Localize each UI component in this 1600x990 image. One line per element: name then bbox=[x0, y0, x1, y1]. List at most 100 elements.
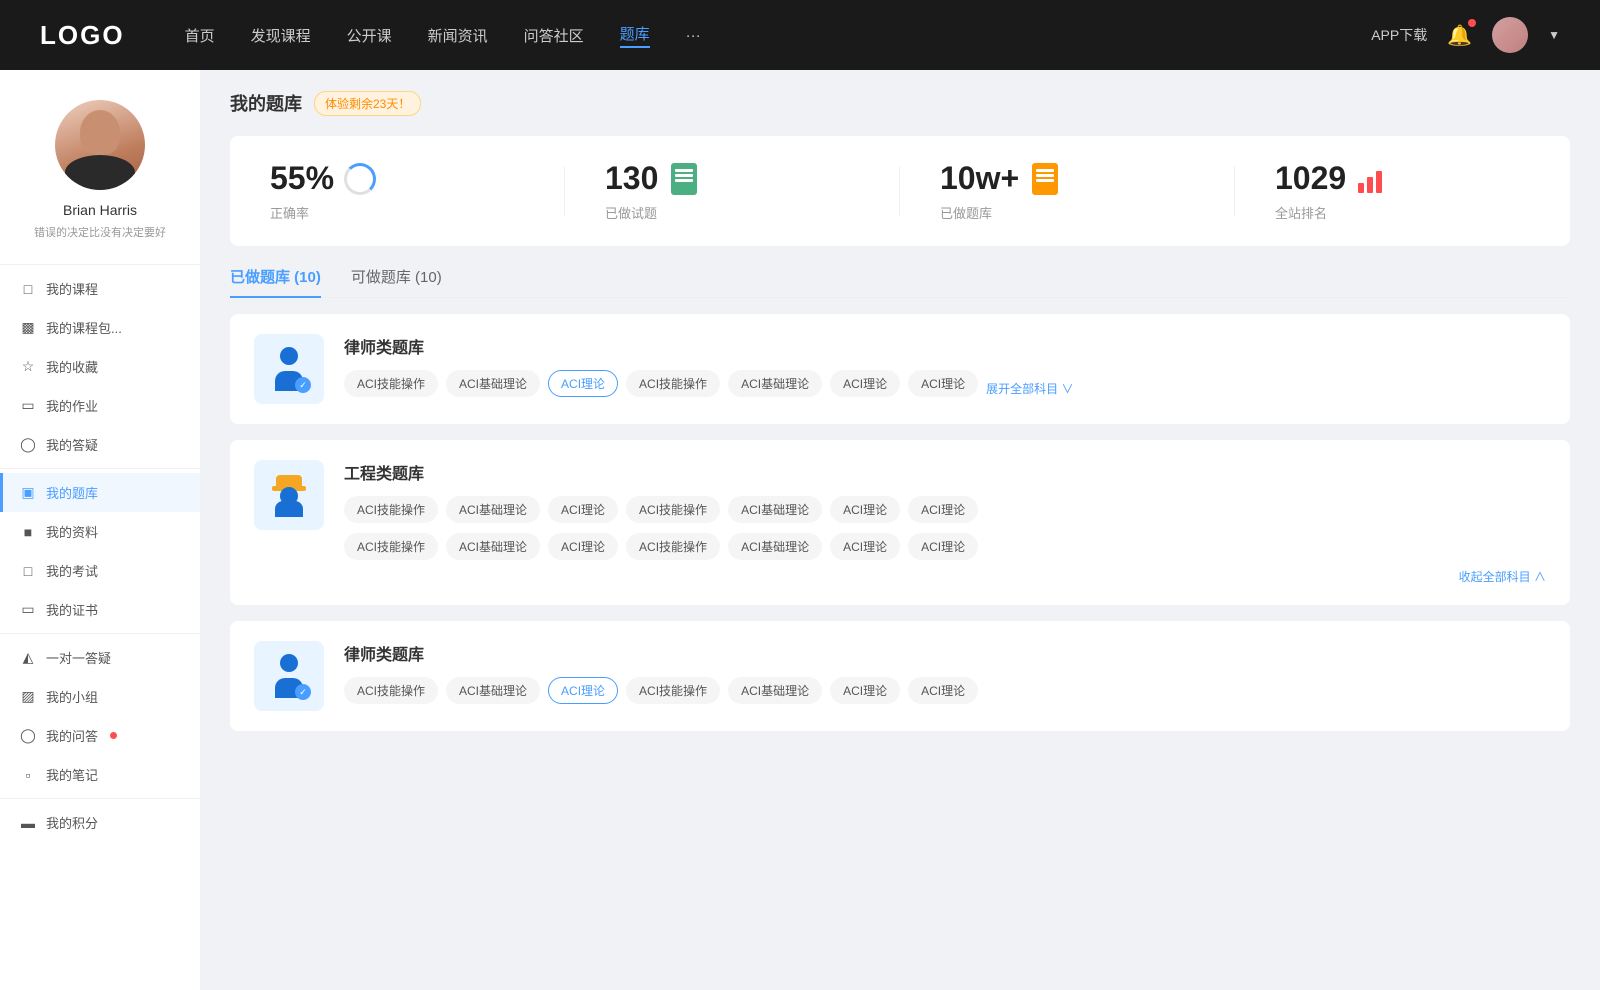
logo[interactable]: LOGO bbox=[40, 20, 125, 51]
qbank-card-lawyer-1: ✓ 律师类题库 ACI技能操作 ACI基础理论 ACI理论 ACI技能操作 AC… bbox=[230, 314, 1570, 424]
qbank-tag[interactable]: ACI理论 bbox=[908, 533, 978, 560]
stat-done-banks: 10w+ 已做题库 bbox=[900, 160, 1235, 222]
qbank-tag[interactable]: ACI理论 bbox=[830, 677, 900, 704]
main-content: 我的题库 体验剩余23天！ 55% 正确率 130 bbox=[200, 70, 1600, 990]
qbank-tag[interactable]: ACI基础理论 bbox=[446, 370, 540, 397]
sidebar-nav: □ 我的课程 ▩ 我的课程包... ☆ 我的收藏 ▭ 我的作业 ◯ 我的答疑 ▣ bbox=[0, 260, 200, 842]
qbank-tag[interactable]: ACI理论 bbox=[830, 496, 900, 523]
green-doc-icon bbox=[671, 163, 697, 195]
qbank-tag[interactable]: ACI技能操作 bbox=[626, 496, 720, 523]
done-questions-icon bbox=[668, 163, 700, 195]
qbank-tag[interactable]: ACI基础理论 bbox=[728, 533, 822, 560]
bell-button[interactable]: 🔔 bbox=[1447, 23, 1472, 48]
stat-done-questions: 130 已做试题 bbox=[565, 160, 900, 222]
stat-top: 55% bbox=[270, 160, 376, 197]
qbank-card-header: ✓ 律师类题库 ACI技能操作 ACI基础理论 ACI理论 ACI技能操作 AC… bbox=[254, 641, 1546, 711]
favorites-icon: ☆ bbox=[20, 358, 36, 375]
qbank-tag[interactable]: ACI基础理论 bbox=[728, 496, 822, 523]
profile-chevron[interactable]: ▼ bbox=[1548, 28, 1560, 42]
sidebar-item-profile[interactable]: ■ 我的资料 bbox=[0, 512, 200, 551]
nav-news[interactable]: 新闻资讯 bbox=[428, 25, 488, 46]
bar-chart-icon bbox=[1358, 165, 1386, 193]
sidebar-item-one-on-one[interactable]: ◭ 一对一答疑 bbox=[0, 638, 200, 677]
qbank-tag-active[interactable]: ACI理论 bbox=[548, 677, 618, 704]
qbank-tag[interactable]: ACI理论 bbox=[908, 370, 978, 397]
sidebar-item-qa[interactable]: ◯ 我的答疑 bbox=[0, 425, 200, 464]
navbar-right: APP下载 🔔 ▼ bbox=[1371, 17, 1560, 53]
sidebar-item-points[interactable]: ▬ 我的积分 bbox=[0, 803, 200, 842]
qbank-tag[interactable]: ACI基础理论 bbox=[446, 496, 540, 523]
stat-value-banks: 10w+ bbox=[940, 160, 1019, 197]
sidebar-item-label: 我的积分 bbox=[46, 813, 98, 832]
sidebar: Brian Harris 错误的决定比没有决定要好 □ 我的课程 ▩ 我的课程包… bbox=[0, 70, 200, 990]
expand-button-lawyer[interactable]: 展开全部科目 ∨ bbox=[986, 380, 1073, 397]
qbank-tag[interactable]: ACI理论 bbox=[548, 533, 618, 560]
sidebar-item-label: 我的收藏 bbox=[46, 357, 98, 376]
sidebar-item-label: 我的课程 bbox=[46, 279, 98, 298]
qbank-info-lawyer-2: 律师类题库 ACI技能操作 ACI基础理论 ACI理论 ACI技能操作 ACI基… bbox=[344, 641, 1546, 704]
notes-icon: ▫ bbox=[20, 767, 36, 783]
nav-more[interactable]: ··· bbox=[686, 27, 701, 44]
qbank-tag[interactable]: ACI理论 bbox=[908, 496, 978, 523]
sidebar-item-exam[interactable]: □ 我的考试 bbox=[0, 551, 200, 590]
sidebar-item-qbank[interactable]: ▣ 我的题库 bbox=[0, 473, 200, 512]
qbank-tags-row-2: ACI技能操作 ACI基础理论 ACI理论 ACI技能操作 ACI基础理论 AC… bbox=[344, 533, 1546, 560]
app-download-button[interactable]: APP下载 bbox=[1371, 25, 1427, 45]
qbank-icon-engineer bbox=[254, 460, 324, 530]
qbank-tag[interactable]: ACI技能操作 bbox=[344, 677, 438, 704]
sidebar-item-group[interactable]: ▨ 我的小组 bbox=[0, 677, 200, 716]
sidebar-item-favorites[interactable]: ☆ 我的收藏 bbox=[0, 347, 200, 386]
exam-icon: □ bbox=[20, 563, 36, 579]
sidebar-item-label: 我的证书 bbox=[46, 600, 98, 619]
qbank-tag[interactable]: ACI技能操作 bbox=[344, 370, 438, 397]
collapse-button-engineer[interactable]: 收起全部科目 ∧ bbox=[344, 568, 1546, 585]
qbank-icon-lawyer: ✓ bbox=[254, 334, 324, 404]
lawyer-figure: ✓ bbox=[267, 347, 311, 391]
qbank-tag[interactable]: ACI技能操作 bbox=[344, 496, 438, 523]
qbank-tag[interactable]: ACI理论 bbox=[548, 496, 618, 523]
sidebar-item-cert[interactable]: ▭ 我的证书 bbox=[0, 590, 200, 629]
nav-qbank[interactable]: 题库 bbox=[620, 23, 650, 48]
bar2 bbox=[1367, 177, 1373, 193]
avatar[interactable] bbox=[1492, 17, 1528, 53]
qbank-tag[interactable]: ACI技能操作 bbox=[626, 370, 720, 397]
section-title-bar: 我的题库 体验剩余23天！ bbox=[230, 90, 1570, 116]
group-icon: ▨ bbox=[20, 688, 36, 705]
sidebar-item-notes[interactable]: ▫ 我的笔记 bbox=[0, 755, 200, 794]
qbank-tag[interactable]: ACI技能操作 bbox=[344, 533, 438, 560]
avatar-image-sidebar bbox=[55, 100, 145, 190]
nav-discover[interactable]: 发现课程 bbox=[251, 25, 311, 46]
course-pack-icon: ▩ bbox=[20, 319, 36, 336]
qbank-tag[interactable]: ACI基础理论 bbox=[446, 533, 540, 560]
sidebar-item-course-pack[interactable]: ▩ 我的课程包... bbox=[0, 308, 200, 347]
sidebar-item-course[interactable]: □ 我的课程 bbox=[0, 269, 200, 308]
page-wrapper: Brian Harris 错误的决定比没有决定要好 □ 我的课程 ▩ 我的课程包… bbox=[0, 70, 1600, 990]
qbank-tag[interactable]: ACI技能操作 bbox=[626, 533, 720, 560]
qbank-tag[interactable]: ACI理论 bbox=[830, 370, 900, 397]
qbank-card-engineer: 工程类题库 ACI技能操作 ACI基础理论 ACI理论 ACI技能操作 ACI基… bbox=[230, 440, 1570, 605]
qbank-info: 律师类题库 ACI技能操作 ACI基础理论 ACI理论 ACI技能操作 ACI基… bbox=[344, 334, 1546, 397]
sidebar-item-label: 我的考试 bbox=[46, 561, 98, 580]
divider-4 bbox=[0, 798, 200, 799]
qbank-tag[interactable]: ACI理论 bbox=[908, 677, 978, 704]
qbank-title-lawyer-2: 律师类题库 bbox=[344, 641, 1546, 665]
nav-qa[interactable]: 问答社区 bbox=[524, 25, 584, 46]
qbank-tag-active[interactable]: ACI理论 bbox=[548, 370, 618, 397]
qbank-tag[interactable]: ACI基础理论 bbox=[728, 370, 822, 397]
qbank-tag[interactable]: ACI技能操作 bbox=[626, 677, 720, 704]
sidebar-item-homework[interactable]: ▭ 我的作业 bbox=[0, 386, 200, 425]
tab-done-banks[interactable]: 已做题库 (10) bbox=[230, 266, 321, 297]
nav-open[interactable]: 公开课 bbox=[347, 25, 392, 46]
sidebar-item-questions[interactable]: ◯ 我的问答 bbox=[0, 716, 200, 755]
qbank-card-header: ✓ 律师类题库 ACI技能操作 ACI基础理论 ACI理论 ACI技能操作 AC… bbox=[254, 334, 1546, 404]
qbank-tag[interactable]: ACI基础理论 bbox=[446, 677, 540, 704]
engineer-body bbox=[275, 501, 303, 517]
qbank-tag[interactable]: ACI理论 bbox=[830, 533, 900, 560]
trial-badge: 体验剩余23天！ bbox=[314, 91, 421, 116]
lawyer-badge: ✓ bbox=[295, 377, 311, 393]
orange-doc-icon bbox=[1032, 163, 1058, 195]
qbank-tag[interactable]: ACI基础理论 bbox=[728, 677, 822, 704]
nav-home[interactable]: 首页 bbox=[185, 25, 215, 46]
tab-available-banks[interactable]: 可做题库 (10) bbox=[351, 266, 442, 297]
user-motto: 错误的决定比没有决定要好 bbox=[24, 224, 176, 240]
